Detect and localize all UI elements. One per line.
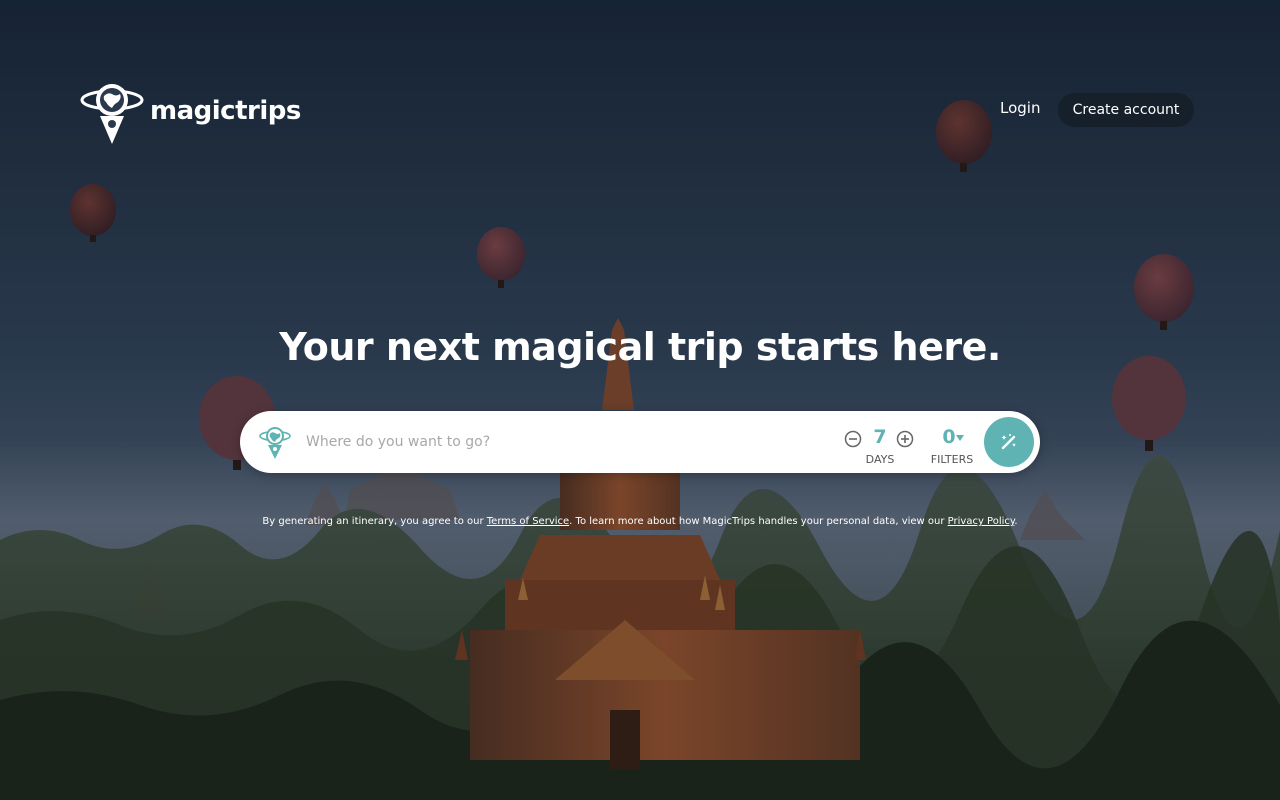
- login-link[interactable]: Login: [1000, 99, 1040, 117]
- trip-search-bar: 7 DAYS 0 FILTERS: [240, 411, 1040, 473]
- caret-down-icon: [956, 435, 964, 441]
- magic-wand-icon: [1001, 434, 1016, 450]
- terms-of-service-link[interactable]: Terms of Service: [487, 516, 569, 527]
- disclaimer-suffix: .: [1014, 516, 1018, 527]
- filters-label: FILTERS: [930, 453, 974, 466]
- days-stepper: 7 DAYS: [842, 426, 914, 468]
- filters-dropdown[interactable]: 0 FILTERS: [924, 426, 980, 468]
- brand-name: magictrips: [150, 96, 301, 126]
- top-nav: magictrips Login Create account: [0, 0, 1280, 160]
- legal-disclaimer: By generating an itinerary, you agree to…: [0, 516, 1280, 527]
- create-account-button[interactable]: Create account: [1058, 93, 1194, 127]
- privacy-policy-link[interactable]: Privacy Policy: [948, 516, 1015, 527]
- brand-logo[interactable]: magictrips: [80, 80, 301, 146]
- disclaimer-middle: . To learn more about how MagicTrips han…: [569, 516, 948, 527]
- minus-circle-icon[interactable]: [844, 430, 862, 448]
- plus-circle-icon[interactable]: [896, 430, 914, 448]
- disclaimer-prefix: By generating an itinerary, you agree to…: [262, 516, 487, 527]
- globe-pin-icon: [258, 424, 292, 460]
- globe-pin-logo-icon: [80, 84, 144, 144]
- generate-itinerary-button[interactable]: [984, 417, 1034, 467]
- destination-input[interactable]: [306, 428, 826, 456]
- days-label: DAYS: [865, 453, 895, 466]
- hero-title: Your next magical trip starts here.: [279, 325, 1001, 369]
- days-value: 7: [873, 426, 887, 448]
